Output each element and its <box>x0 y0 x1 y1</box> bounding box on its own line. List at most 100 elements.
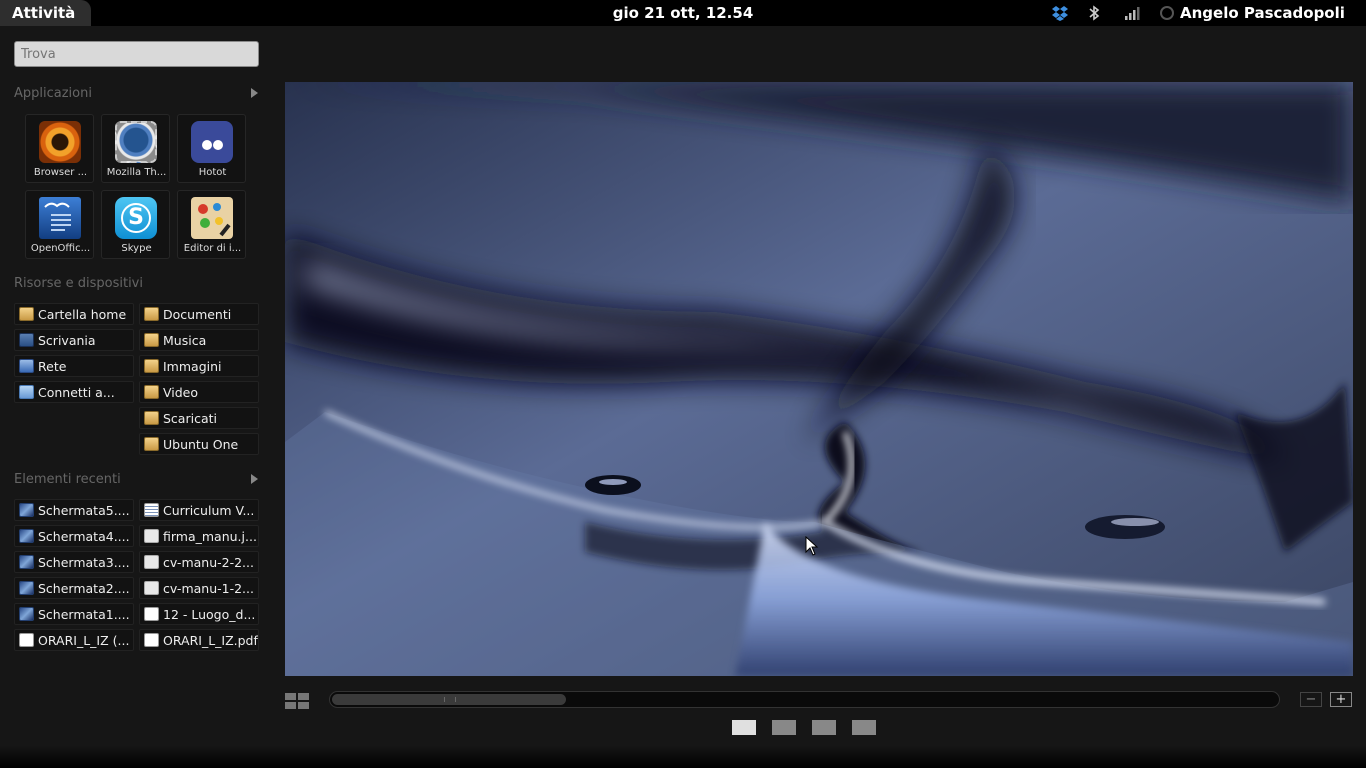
app-label: Editor di i... <box>183 243 242 254</box>
workspace-indicator-1[interactable] <box>732 720 756 735</box>
recent-item[interactable]: firma_manu.j... <box>139 525 259 547</box>
place-label: Musica <box>163 332 207 348</box>
screenshot-icon <box>19 581 34 595</box>
search-input[interactable] <box>14 41 259 67</box>
app-label: Skype <box>121 243 152 254</box>
videos-folder-icon <box>144 385 159 399</box>
app-label: OpenOffic... <box>30 243 91 254</box>
text-document-icon <box>144 503 159 517</box>
place-label: Connetti a... <box>38 384 115 400</box>
app-tile-thunderbird[interactable]: Mozilla Th... <box>101 114 170 183</box>
workspace-scrollbar[interactable] <box>329 691 1280 708</box>
browser-icon <box>39 121 81 163</box>
place-label: Cartella home <box>38 306 127 322</box>
window-view-toggle-icon[interactable] <box>285 693 309 709</box>
mouse-pointer-icon <box>805 536 819 556</box>
recent-item[interactable]: ORARI_L_IZ.pdf <box>139 629 259 651</box>
music-folder-icon <box>144 333 159 347</box>
recent-expand-icon[interactable] <box>251 474 258 484</box>
recent-heading[interactable]: Elementi recenti <box>14 472 121 487</box>
user-name: Angelo Pascadopoli <box>1180 4 1345 22</box>
recent-item[interactable]: 12 - Luogo_d... <box>139 603 259 625</box>
workspace-preview[interactable] <box>285 82 1353 676</box>
recent-label: Schermata3.... <box>38 554 130 570</box>
recent-label: Schermata5.... <box>38 502 130 518</box>
recent-item[interactable]: Schermata1.... <box>14 603 134 625</box>
dropbox-icon[interactable] <box>1051 4 1069 22</box>
document-icon <box>19 633 34 647</box>
pictures-folder-icon <box>144 359 159 373</box>
screenshot-icon <box>19 529 34 543</box>
place-item-downloads[interactable]: Scaricati <box>139 407 259 429</box>
app-label: Browser ... <box>33 167 88 178</box>
place-item-desktop[interactable]: Scrivania <box>14 329 134 351</box>
desktop-wallpaper <box>285 82 1353 676</box>
place-item-connect[interactable]: Connetti a... <box>14 381 134 403</box>
zoom-in-button[interactable]: + <box>1330 692 1352 707</box>
clock-label[interactable]: gio 21 ott, 12.54 <box>613 4 754 22</box>
recent-item[interactable]: Curriculum V... <box>139 499 259 521</box>
applications-heading[interactable]: Applicazioni <box>14 86 92 101</box>
image-file-icon <box>144 581 159 595</box>
recent-item[interactable]: cv-manu-2-2... <box>139 551 259 573</box>
app-label: Mozilla Th... <box>106 167 167 178</box>
app-tile-browser[interactable]: Browser ... <box>25 114 94 183</box>
desktop-icon <box>19 333 34 347</box>
recent-label: Schermata2.... <box>38 580 130 596</box>
recent-label: ORARI_L_IZ.pdf <box>163 632 258 648</box>
downloads-folder-icon <box>144 411 159 425</box>
recent-label: cv-manu-2-2... <box>163 554 254 570</box>
recent-item[interactable]: ORARI_L_IZ (... <box>14 629 134 651</box>
network-icon <box>19 359 34 373</box>
image-file-icon <box>144 555 159 569</box>
ubuntu-one-folder-icon <box>144 437 159 451</box>
recent-item[interactable]: Schermata5.... <box>14 499 134 521</box>
place-item-ubuntu-one[interactable]: Ubuntu One <box>139 433 259 455</box>
app-tile-image-editor[interactable]: Editor di i... <box>177 190 246 259</box>
scroll-grip-icon <box>444 697 456 702</box>
screenshot-icon <box>19 555 34 569</box>
place-item-pictures[interactable]: Immagini <box>139 355 259 377</box>
zoom-out-button[interactable]: − <box>1300 692 1322 707</box>
scrollbar-thumb[interactable] <box>332 694 566 705</box>
openoffice-icon <box>39 197 81 239</box>
screenshot-icon <box>19 607 34 621</box>
recent-label: Schermata4.... <box>38 528 130 544</box>
place-item-documents[interactable]: Documenti <box>139 303 259 325</box>
user-menu[interactable]: Angelo Pascadopoli <box>1160 0 1345 26</box>
workspace-indicator-3[interactable] <box>812 720 836 735</box>
screenshot-icon <box>19 503 34 517</box>
recent-item[interactable]: Schermata2.... <box>14 577 134 599</box>
recent-item[interactable]: cv-manu-1-2... <box>139 577 259 599</box>
place-label: Scaricati <box>163 410 217 426</box>
recent-label: firma_manu.j... <box>163 528 257 544</box>
place-label: Documenti <box>163 306 232 322</box>
network-signal-icon[interactable] <box>1123 4 1141 22</box>
user-status-icon <box>1160 6 1174 20</box>
app-tile-hotot[interactable]: Hotot <box>177 114 246 183</box>
place-item-music[interactable]: Musica <box>139 329 259 351</box>
workspace-indicator-2[interactable] <box>772 720 796 735</box>
recent-item[interactable]: Schermata4.... <box>14 525 134 547</box>
place-item-home[interactable]: Cartella home <box>14 303 134 325</box>
recent-item[interactable]: Schermata3.... <box>14 551 134 573</box>
connect-server-icon <box>19 385 34 399</box>
place-label: Video <box>163 384 199 400</box>
hotot-icon <box>191 121 233 163</box>
recent-label: 12 - Luogo_d... <box>163 606 256 622</box>
home-folder-icon <box>19 307 34 321</box>
top-panel: Attività gio 21 ott, 12.54 Angelo Pascad… <box>0 0 1366 26</box>
app-tile-openoffice[interactable]: OpenOffic... <box>25 190 94 259</box>
place-label: Rete <box>38 358 67 374</box>
workspace-indicator-4[interactable] <box>852 720 876 735</box>
activities-button[interactable]: Attività <box>0 0 91 26</box>
applications-expand-icon[interactable] <box>251 88 258 98</box>
app-label: Hotot <box>198 167 227 178</box>
place-item-videos[interactable]: Video <box>139 381 259 403</box>
skype-icon: S <box>115 197 157 239</box>
app-tile-skype[interactable]: S Skype <box>101 190 170 259</box>
recent-label: ORARI_L_IZ (... <box>38 632 130 648</box>
place-label: Immagini <box>163 358 222 374</box>
bluetooth-icon[interactable] <box>1085 4 1103 22</box>
place-item-network[interactable]: Rete <box>14 355 134 377</box>
